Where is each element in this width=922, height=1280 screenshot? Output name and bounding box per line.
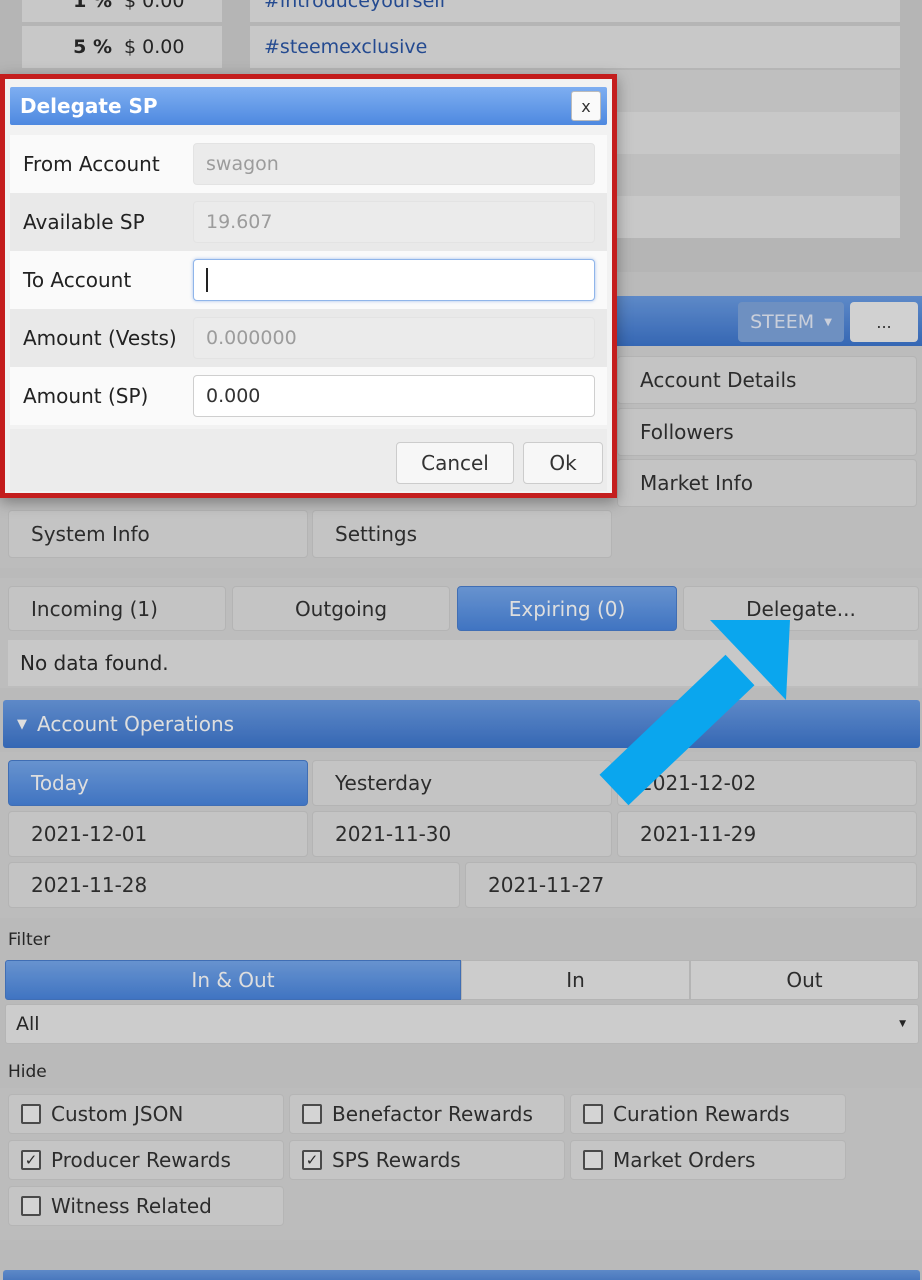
delegate-sp-dialog: Delegate SP x From Account swagon Availa… [0, 74, 617, 498]
close-button[interactable]: x [571, 91, 601, 121]
annotation-arrow-icon [599, 620, 790, 806]
field-label: Amount (SP) [23, 384, 149, 408]
field-label: Amount (Vests) [23, 326, 177, 350]
field-value: swagon [206, 153, 279, 175]
dialog-title-bar: Delegate SP x [10, 87, 607, 125]
amount-vests-field: 0.000000 [193, 317, 595, 359]
button-label: Ok [549, 451, 577, 475]
field-value: 19.607 [206, 211, 273, 233]
to-account-input[interactable] [193, 259, 595, 301]
text-cursor [206, 268, 208, 292]
field-label: From Account [23, 152, 160, 176]
amount-sp-row: Amount (SP) 0.000 [10, 367, 607, 425]
field-value: 0.000000 [206, 327, 297, 349]
available-sp-row: Available SP 19.607 [10, 193, 607, 251]
available-sp-field: 19.607 [193, 201, 595, 243]
from-account-row: From Account swagon [10, 135, 607, 193]
to-account-row: To Account [10, 251, 607, 309]
ok-button[interactable]: Ok [523, 442, 603, 484]
amount-vests-row: Amount (Vests) 0.000000 [10, 309, 607, 367]
dialog-title: Delegate SP [20, 94, 158, 118]
field-label: To Account [23, 268, 132, 292]
amount-sp-input[interactable]: 0.000 [193, 375, 595, 417]
field-label: Available SP [23, 210, 145, 234]
button-label: Cancel [421, 451, 489, 475]
cancel-button[interactable]: Cancel [396, 442, 514, 484]
close-icon: x [581, 96, 591, 116]
field-value: 0.000 [206, 385, 261, 407]
from-account-field: swagon [193, 143, 595, 185]
dialog-footer [10, 429, 607, 491]
